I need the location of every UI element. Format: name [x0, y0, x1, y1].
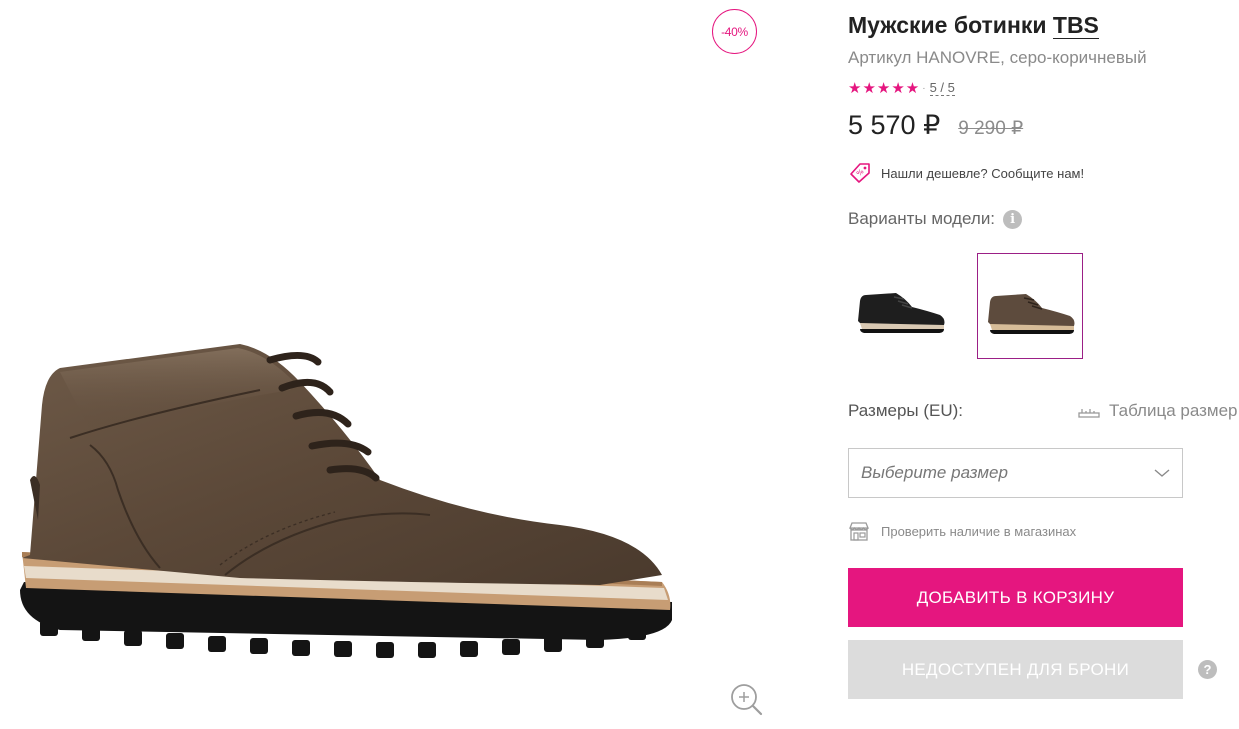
size-table-text: Таблица размер [1109, 401, 1238, 420]
check-stores-text: Проверить наличие в магазинах [881, 523, 1077, 539]
product-sku: Артикул HANOVRE, серо-коричневый [848, 48, 1147, 67]
price-old: 9 290 ₽ [958, 118, 1024, 139]
chevron-down-icon [1154, 469, 1170, 477]
brand-link[interactable]: TBS [1052, 12, 1099, 39]
price-current: 5 570 ₽ [848, 110, 941, 140]
size-table-link[interactable]: Таблица размер [1078, 401, 1238, 421]
size-select[interactable]: Выберите размер [848, 448, 1183, 498]
rating-separator: · [922, 82, 926, 94]
help-icon[interactable]: ? [1198, 660, 1217, 679]
price-tag-icon: % [850, 163, 870, 183]
rating-score-link[interactable]: 5 / 5 [929, 80, 955, 96]
variant-thumbnail-brown-selected[interactable] [977, 253, 1083, 359]
found-cheaper-link[interactable]: % Нашли дешевле? Сообщите нам! [848, 161, 1084, 185]
rating-stars: ★★★★★ [848, 80, 921, 97]
product-title: Мужские ботинки TBS [848, 12, 1099, 39]
zoom-icon[interactable] [726, 680, 766, 720]
reserve-button-disabled[interactable]: НЕДОСТУПЕН ДЛЯ БРОНИ [848, 640, 1183, 699]
found-cheaper-text: Нашли дешевле? Сообщите нам! [881, 165, 1085, 181]
product-info-panel: Мужские ботинки TBS Артикул HANOVRE, сер… [848, 0, 1239, 729]
discount-badge: -40% [712, 9, 757, 54]
black-boot-thumbnail-icon [858, 293, 945, 333]
variant-thumbnail-black[interactable] [848, 253, 954, 359]
variants-label: Варианты модели: i [848, 209, 1023, 229]
product-title-prefix: Мужские ботинки [848, 12, 1047, 38]
product-main-image[interactable] [0, 320, 690, 700]
add-to-cart-button[interactable]: ДОБАВИТЬ В КОРЗИНУ [848, 568, 1183, 627]
price-block: 5 570 ₽ 9 290 ₽ [848, 110, 1023, 141]
info-icon[interactable]: i [1003, 209, 1023, 229]
store-icon [849, 522, 869, 541]
sizes-label: Размеры (EU): [848, 401, 964, 420]
size-select-placeholder: Выберите размер [861, 463, 1008, 482]
product-gallery: -40% [0, 0, 790, 729]
product-rating: ★★★★★ · 5 / 5 [848, 79, 955, 97]
brown-boot-thumbnail-icon [988, 294, 1075, 334]
variants-label-text: Варианты модели: [848, 209, 996, 228]
ruler-icon [1078, 409, 1100, 418]
check-stores-link[interactable]: Проверить наличие в магазинах [848, 521, 1076, 541]
